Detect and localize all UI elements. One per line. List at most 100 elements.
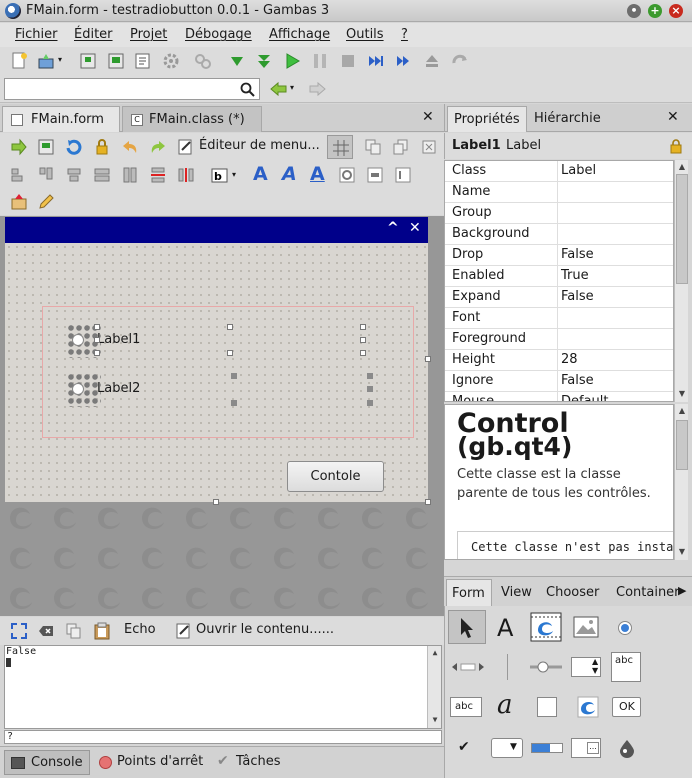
grid-toggle-button[interactable] — [327, 135, 353, 159]
edit-pencil-icon[interactable] — [37, 193, 55, 211]
align-top-icon[interactable] — [37, 166, 55, 184]
progressbar-tool-icon[interactable] — [531, 743, 563, 753]
pause-icon[interactable] — [310, 51, 330, 71]
tab-order-icon[interactable] — [394, 166, 412, 184]
form-resize-handle[interactable] — [213, 499, 219, 505]
console-scrollbar[interactable]: ▲ ▼ — [427, 646, 441, 728]
property-row-group[interactable]: Group — [445, 203, 673, 224]
tab-console[interactable]: Console — [4, 750, 90, 775]
menu-help[interactable]: ? — [401, 27, 408, 42]
property-row-drop[interactable]: Drop False — [445, 245, 673, 266]
step-over-icon[interactable] — [366, 51, 386, 71]
menu-editor-icon[interactable] — [178, 139, 194, 155]
property-row-mouse[interactable]: Mouse Default — [445, 392, 673, 401]
scroll-down-icon[interactable]: ▼ — [676, 388, 688, 400]
form-label-2[interactable]: Label2 — [97, 381, 140, 396]
picturebox-tool-icon[interactable] — [573, 616, 599, 638]
same-width-icon[interactable] — [121, 166, 139, 184]
close-right-panel-icon[interactable]: ✕ — [667, 109, 679, 125]
menu-editer[interactable]: Éditer — [74, 27, 113, 42]
save-all-icon[interactable] — [106, 51, 126, 71]
reload-icon[interactable] — [65, 138, 83, 156]
tab-hierarchie[interactable]: Hiérarchie — [529, 106, 619, 132]
back-arrow-icon[interactable] — [270, 81, 288, 97]
text-format-icon[interactable]: b — [211, 166, 229, 184]
property-value[interactable]: 28 — [561, 352, 578, 367]
property-value[interactable]: Default — [561, 394, 609, 401]
tab-container[interactable]: Container — [616, 585, 680, 600]
label-tool-icon[interactable]: A — [497, 614, 513, 642]
scroll-up-icon[interactable]: ▲ — [676, 405, 688, 417]
movieplayer-tool-icon[interactable] — [530, 612, 562, 642]
radiobutton-tool-icon[interactable] — [617, 620, 633, 636]
test-form-icon[interactable] — [10, 193, 28, 211]
tabs-scroll-right-icon[interactable]: ▶ — [678, 584, 686, 597]
align-left-icon[interactable] — [10, 166, 28, 184]
fullscreen-icon[interactable] — [11, 623, 27, 639]
form-resize-handle[interactable] — [425, 356, 431, 362]
close-window-icon[interactable]: × — [669, 4, 683, 18]
maximize-icon[interactable]: + — [648, 4, 662, 18]
property-row-font[interactable]: Font — [445, 308, 673, 329]
undo-icon[interactable] — [121, 138, 139, 156]
open-project-icon[interactable] — [37, 51, 57, 71]
scroll-up-icon[interactable]: ▲ — [429, 647, 441, 659]
selection-handle[interactable] — [360, 337, 366, 343]
property-row-enabled[interactable]: Enabled True — [445, 266, 673, 287]
text-format-dropdown-icon[interactable]: ▾ — [232, 170, 236, 179]
menu-affichage[interactable]: Affichage — [269, 27, 330, 42]
form-resize-handle[interactable] — [425, 499, 431, 505]
redo-icon[interactable] — [149, 138, 167, 156]
combobox-tool-icon[interactable]: ▼ — [491, 738, 523, 758]
selection-handle[interactable] — [94, 337, 100, 343]
property-row-background[interactable]: Background — [445, 224, 673, 245]
copy-icon[interactable] — [364, 138, 382, 156]
new-file-icon[interactable] — [9, 51, 29, 71]
paste-copy-icon[interactable] — [392, 138, 410, 156]
property-value[interactable]: False — [561, 247, 594, 262]
properties-icon[interactable] — [133, 51, 153, 71]
console-output[interactable]: False ▲ ▼ — [4, 645, 442, 729]
property-value[interactable]: False — [561, 289, 594, 304]
tab-chooser[interactable]: Chooser — [546, 585, 599, 600]
scroll-thumb[interactable] — [676, 174, 688, 284]
property-row-name[interactable]: Name — [445, 182, 673, 203]
settings-gear-icon[interactable] — [161, 51, 181, 71]
property-value[interactable]: True — [561, 268, 589, 283]
slider-tool-icon[interactable] — [529, 660, 563, 674]
clear-console-icon[interactable] — [38, 623, 54, 639]
selection-handle[interactable] — [227, 350, 233, 356]
property-row-height[interactable]: Height 28 — [445, 350, 673, 371]
spinbox-tool-icon[interactable]: ▲ ▼ — [571, 657, 601, 677]
textlabel-tool-icon[interactable]: a — [497, 690, 513, 720]
console-command-line[interactable]: ? — [4, 730, 442, 744]
scroll-up-icon[interactable]: ▲ — [676, 161, 688, 173]
property-row-class[interactable]: Class Label — [445, 161, 673, 182]
lock-icon[interactable] — [93, 138, 111, 156]
radio-button-1[interactable] — [72, 334, 84, 346]
compile-icon[interactable] — [193, 51, 213, 71]
close-tab-icon[interactable]: ✕ — [422, 109, 434, 125]
form-canvas[interactable]: Label1 Label2 Contole — [5, 243, 428, 502]
echo-button[interactable]: Echo — [124, 622, 156, 637]
form-window[interactable]: ^ ✕ Label1 Label2 Contole — [5, 217, 431, 505]
selection-handle[interactable] — [94, 350, 100, 356]
align-center-icon[interactable] — [65, 166, 83, 184]
radio-button-2[interactable] — [72, 383, 84, 395]
tab-view[interactable]: View — [501, 585, 532, 600]
delete-control-icon[interactable] — [420, 138, 438, 156]
search-input[interactable] — [4, 78, 260, 100]
tab-breakpoints[interactable]: Points d'arrêt — [96, 750, 208, 775]
back-dropdown-icon[interactable]: ▾ — [290, 83, 294, 92]
property-row-expand[interactable]: Expand False — [445, 287, 673, 308]
run-play-icon[interactable] — [282, 51, 302, 71]
paste-icon[interactable] — [94, 622, 110, 640]
panel-tool-icon[interactable] — [537, 697, 557, 717]
property-value[interactable]: False — [561, 373, 594, 388]
tab-proprietes[interactable]: Propriétés — [447, 106, 527, 132]
forward-icon[interactable] — [394, 51, 414, 71]
property-row-ignore[interactable]: Ignore False — [445, 371, 673, 392]
stop-icon[interactable] — [338, 51, 358, 71]
selection-handle[interactable] — [227, 324, 233, 330]
textarea-tool-icon[interactable]: abc — [611, 652, 641, 682]
